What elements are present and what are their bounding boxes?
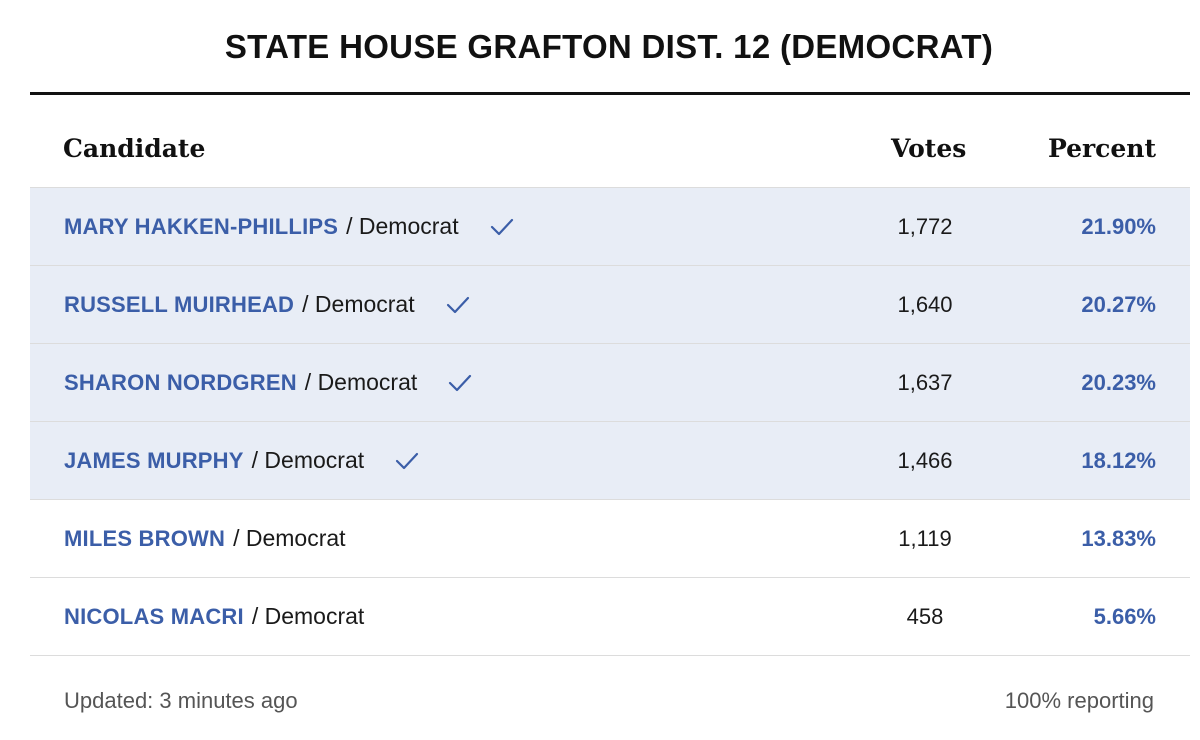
votes-cell: 1,772: [897, 214, 953, 239]
votes-cell: 1,640: [897, 292, 953, 317]
candidate-name: SHARON NORDGREN: [64, 369, 297, 395]
candidate-name: MILES BROWN: [64, 525, 226, 551]
table-row: NICOLAS MACRI / Democrat 458 5.66%: [30, 578, 1190, 656]
candidate-cell: MARY HAKKEN-PHILLIPS / Democrat: [64, 188, 515, 265]
table-header: Candidate Votes Percent: [30, 110, 1190, 188]
candidate-cell: SHARON NORDGREN / Democrat: [64, 344, 473, 421]
candidate-name: NICOLAS MACRI: [64, 603, 244, 629]
votes-cell: 1,466: [897, 448, 953, 473]
results-page: STATE HOUSE GRAFTON DIST. 12 (DEMOCRAT) …: [0, 0, 1200, 740]
votes-cell: 458: [906, 604, 944, 629]
votes-cell: 1,637: [897, 370, 953, 395]
percent-cell: 18.12%: [1081, 448, 1156, 473]
candidate-cell: NICOLAS MACRI / Democrat: [64, 578, 364, 655]
checkmark-icon: [449, 374, 472, 391]
updated-timestamp: Updated: 3 minutes ago: [64, 688, 298, 713]
candidate-name: RUSSELL MUIRHEAD: [64, 291, 295, 317]
table-row: RUSSELL MUIRHEAD / Democrat 1,640 20.27%: [30, 266, 1190, 344]
column-header-candidate: Candidate: [63, 134, 206, 163]
candidate-name: MARY HAKKEN-PHILLIPS: [64, 213, 339, 239]
candidate-party: / Democrat: [251, 447, 365, 473]
percent-cell: 13.83%: [1081, 526, 1156, 551]
column-header-votes: Votes: [891, 134, 967, 163]
percent-cell: 20.23%: [1081, 370, 1156, 395]
candidate-cell: RUSSELL MUIRHEAD / Democrat: [64, 266, 471, 343]
percent-cell: 21.90%: [1081, 214, 1156, 239]
candidate-party: / Democrat: [233, 525, 346, 551]
percent-cell: 5.66%: [1093, 604, 1156, 629]
percent-cell: 20.27%: [1081, 292, 1156, 317]
checkmark-icon: [396, 452, 419, 469]
checkmark-icon: [490, 218, 513, 235]
checkmark-icon: [446, 296, 469, 313]
candidate-party: / Democrat: [251, 603, 365, 629]
candidate-party: / Democrat: [302, 291, 415, 317]
table-row: SHARON NORDGREN / Democrat 1,637 20.23%: [30, 344, 1190, 422]
column-header-percent: Percent: [1047, 134, 1156, 163]
reporting-status: 100% reporting: [1004, 688, 1154, 713]
race-title: STATE HOUSE GRAFTON DIST. 12 (DEMOCRAT): [224, 28, 994, 65]
votes-cell: 1,119: [898, 526, 952, 551]
table-row: MILES BROWN / Democrat 1,119 13.83%: [30, 500, 1190, 578]
title-divider: [30, 92, 1190, 95]
candidate-cell: MILES BROWN / Democrat: [64, 500, 346, 577]
table-row: JAMES MURPHY / Democrat 1,466 18.12%: [30, 422, 1190, 500]
candidate-cell: JAMES MURPHY / Democrat: [64, 422, 420, 499]
table-row: MARY HAKKEN-PHILLIPS / Democrat 1,772 21…: [30, 188, 1190, 266]
candidate-party: / Democrat: [304, 369, 418, 395]
candidate-party: / Democrat: [346, 213, 459, 239]
candidate-name: JAMES MURPHY: [64, 447, 244, 473]
results-table: Candidate Votes Percent MARY HAKKEN-PHIL…: [30, 110, 1190, 656]
